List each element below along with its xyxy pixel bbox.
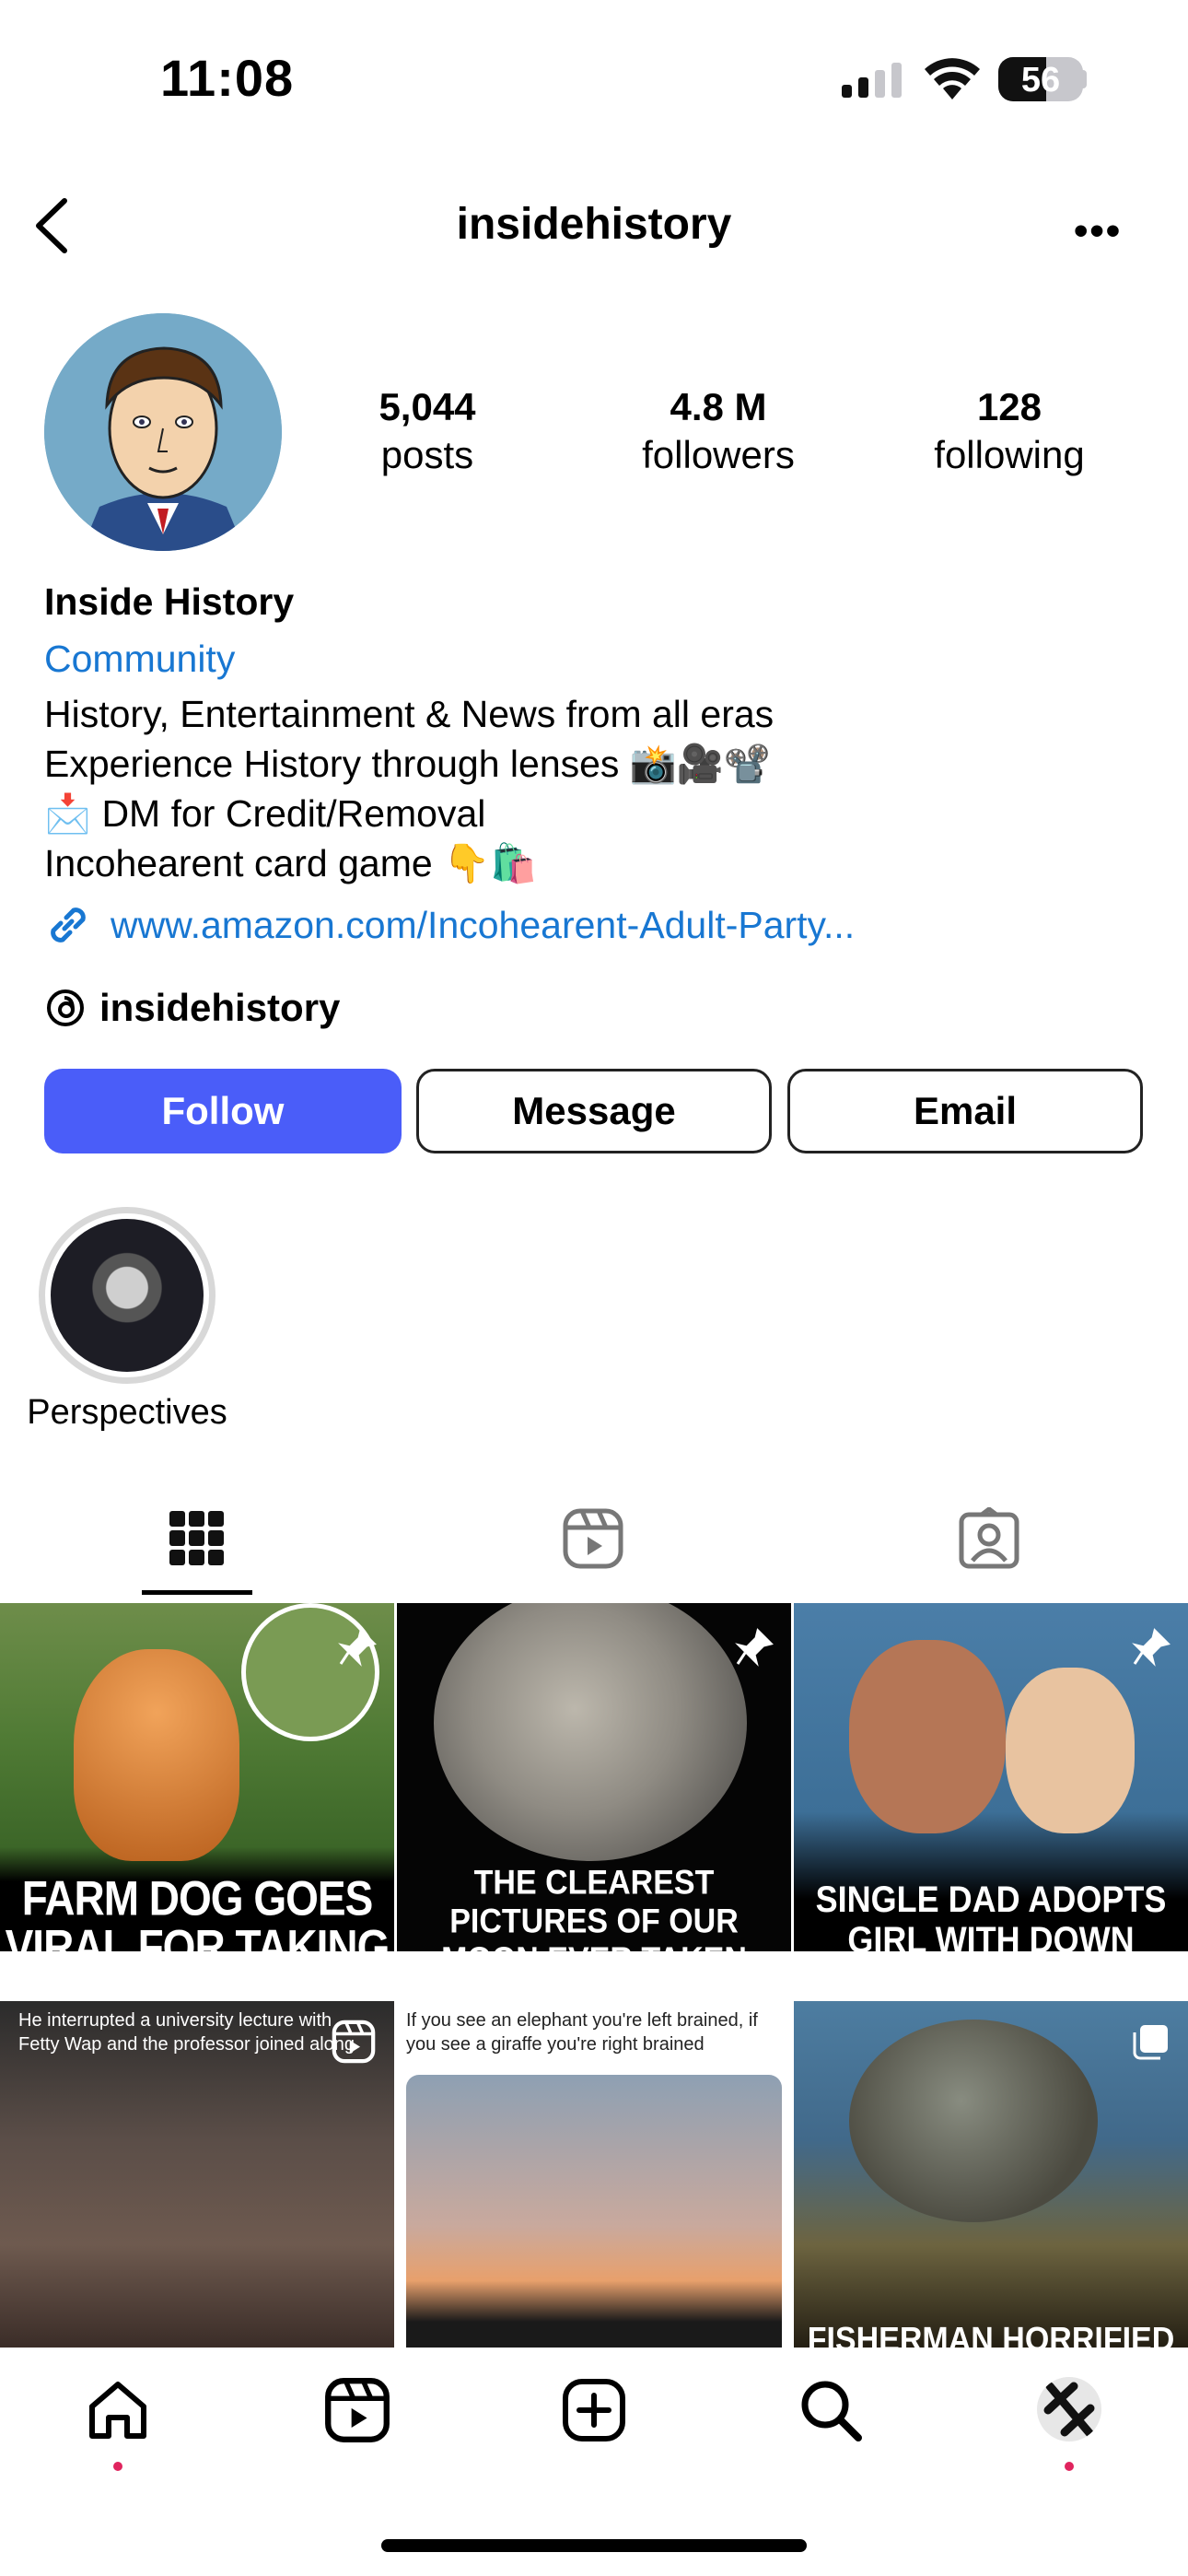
reels-tab-icon[interactable]: [562, 1507, 624, 1570]
post-caption: SINGLE DAD ADOPTS GIRL WITH DOWN SYNDROM…: [815, 1878, 1167, 1951]
dog-image: [74, 1649, 239, 1861]
battery-level: 56: [1020, 61, 1061, 100]
bio-line-4: Incohearent card game 👇🛍️: [44, 842, 538, 884]
stat-followers[interactable]: 4.8 M followers: [599, 383, 838, 479]
message-button[interactable]: Message: [416, 1069, 772, 1153]
wifi-icon: [925, 58, 980, 100]
threads-badge[interactable]: insidehistory: [44, 986, 340, 1030]
threads-username[interactable]: insidehistory: [99, 986, 340, 1030]
sunset-image: [406, 2075, 782, 2349]
carousel-icon: [1133, 2025, 1168, 2060]
highlight-cover-astronaut: [51, 1219, 204, 1372]
bio-link-text[interactable]: www.amazon.com/Incohearent-Adult-Party..…: [111, 904, 855, 947]
dad-image: [849, 1640, 1006, 1833]
highlight-label: Perspectives: [27, 1393, 227, 1432]
reels-nav-icon[interactable]: [324, 2377, 390, 2443]
post-tile[interactable]: THE CLEAREST PICTURES OF OUR MOON EVER T…: [397, 1603, 791, 1951]
stat-posts: 5,044 posts: [379, 385, 476, 476]
pin-icon: [1132, 1628, 1171, 1667]
post-caption: He interrupted a university lecture with…: [18, 2010, 355, 2055]
threads-icon: [47, 989, 84, 1026]
bio-line-2: Experience History through lenses 📸🎥📽️: [44, 743, 771, 785]
tagged-tab-icon[interactable]: [958, 1507, 1020, 1570]
post-tile[interactable]: SINGLE DAD ADOPTS GIRL WITH DOWN SYNDROM…: [794, 1603, 1188, 1951]
bio-line-1: History, Entertainment & News from all e…: [44, 693, 775, 735]
profile-category: Community: [44, 638, 236, 680]
active-tab-indicator: [142, 1590, 252, 1595]
stat-following[interactable]: 128 following: [890, 383, 1129, 479]
link-icon: [51, 907, 86, 943]
story-highlight-perspectives[interactable]: [39, 1207, 215, 1384]
profile-nav-avatar[interactable]: [1037, 2377, 1101, 2441]
reel-indicator-icon: [332, 2020, 376, 2064]
email-button[interactable]: Email: [787, 1069, 1143, 1153]
post-caption: FISHERMAN HORRIFIED AFTER: [807, 2320, 1175, 2349]
girl-image: [1006, 1668, 1135, 1833]
battery-icon: 56: [998, 57, 1083, 101]
bio-line-3: 📩 DM for Credit/Removal: [44, 792, 486, 835]
profile-avatar[interactable]: [44, 313, 282, 551]
home-icon[interactable]: [85, 2377, 151, 2443]
cellular-signal-icon: [842, 61, 915, 98]
moon-image: [434, 1603, 747, 1861]
search-icon[interactable]: [798, 2377, 864, 2443]
home-notification-dot: [113, 2462, 122, 2471]
post-caption: THE CLEAREST PICTURES OF OUR MOON EVER T…: [441, 1863, 747, 1951]
bottom-nav-bar: [0, 2348, 1188, 2495]
post-tile[interactable]: FISHERMAN HORRIFIED AFTER: [794, 2001, 1188, 2349]
create-post-icon[interactable]: [561, 2377, 627, 2443]
grid-tab-icon[interactable]: [168, 1509, 227, 1568]
post-tile[interactable]: He interrupted a university lecture with…: [0, 2001, 394, 2349]
profile-username-title: insidehistory: [456, 200, 732, 249]
inset-photo: [241, 1603, 379, 1741]
follow-button[interactable]: Follow: [44, 1069, 402, 1153]
post-caption: If you see an elephant you're left brain…: [406, 2010, 758, 2055]
more-options-icon[interactable]: •••: [1074, 208, 1122, 254]
post-tile[interactable]: If you see an elephant you're left brain…: [397, 2001, 791, 2349]
home-indicator: [381, 2539, 807, 2552]
pin-icon: [735, 1628, 774, 1667]
post-tile[interactable]: FARM DOG GOES VIRAL FOR TAKING THE CUTES…: [0, 1603, 394, 1951]
profile-notification-dot: [1065, 2462, 1074, 2471]
bio-link[interactable]: www.amazon.com/Incohearent-Adult-Party..…: [44, 901, 855, 949]
pin-icon: [338, 1628, 377, 1667]
battery-tip: [1079, 70, 1087, 88]
fish-image: [849, 2020, 1098, 2222]
post-caption: FARM DOG GOES VIRAL FOR TAKING THE CUTES…: [5, 1870, 390, 1951]
status-time: 11:08: [160, 49, 295, 107]
profile-display-name: Inside History: [44, 580, 295, 623]
